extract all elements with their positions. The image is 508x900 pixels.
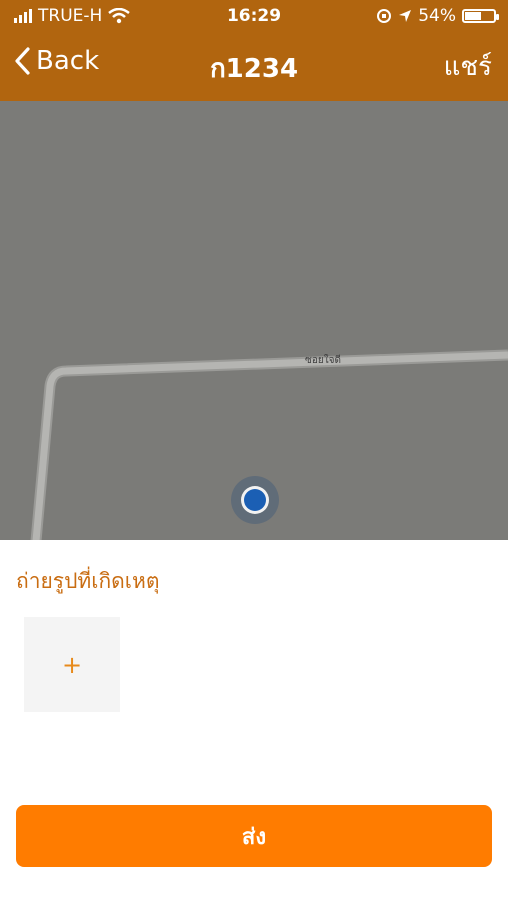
map-view[interactable]: ซอยใจดี xyxy=(0,101,508,540)
battery-percent: 54% xyxy=(418,6,456,26)
current-location-marker xyxy=(231,476,279,524)
status-bar: TRUE-H 16:29 54% xyxy=(0,0,508,34)
send-button[interactable]: ส่ง xyxy=(16,805,492,867)
plus-icon: + xyxy=(61,650,83,679)
add-photo-button[interactable]: + xyxy=(24,617,120,712)
page-title: ก1234 xyxy=(209,54,299,84)
location-arrow-icon xyxy=(399,10,412,22)
navigation-bar: Back ก1234 แชร์ xyxy=(0,34,508,101)
bottom-sheet: ถ่ายรูปที่เกิดเหตุ + ส่ง xyxy=(0,540,508,900)
battery-icon xyxy=(462,9,499,23)
share-button[interactable]: แชร์ xyxy=(444,46,492,87)
sheet-title: ถ่ายรูปที่เกิดเหตุ xyxy=(16,569,160,593)
orientation-lock-icon xyxy=(377,9,392,23)
map-roads: ซอยใจดี xyxy=(30,349,508,540)
status-right: 54% xyxy=(376,6,499,26)
send-button-label: ส่ง xyxy=(241,824,267,850)
top-bar: TRUE-H 16:29 54% Back ก1234 แชร์ xyxy=(0,0,508,101)
street-label: ซอยใจดี xyxy=(305,354,341,366)
